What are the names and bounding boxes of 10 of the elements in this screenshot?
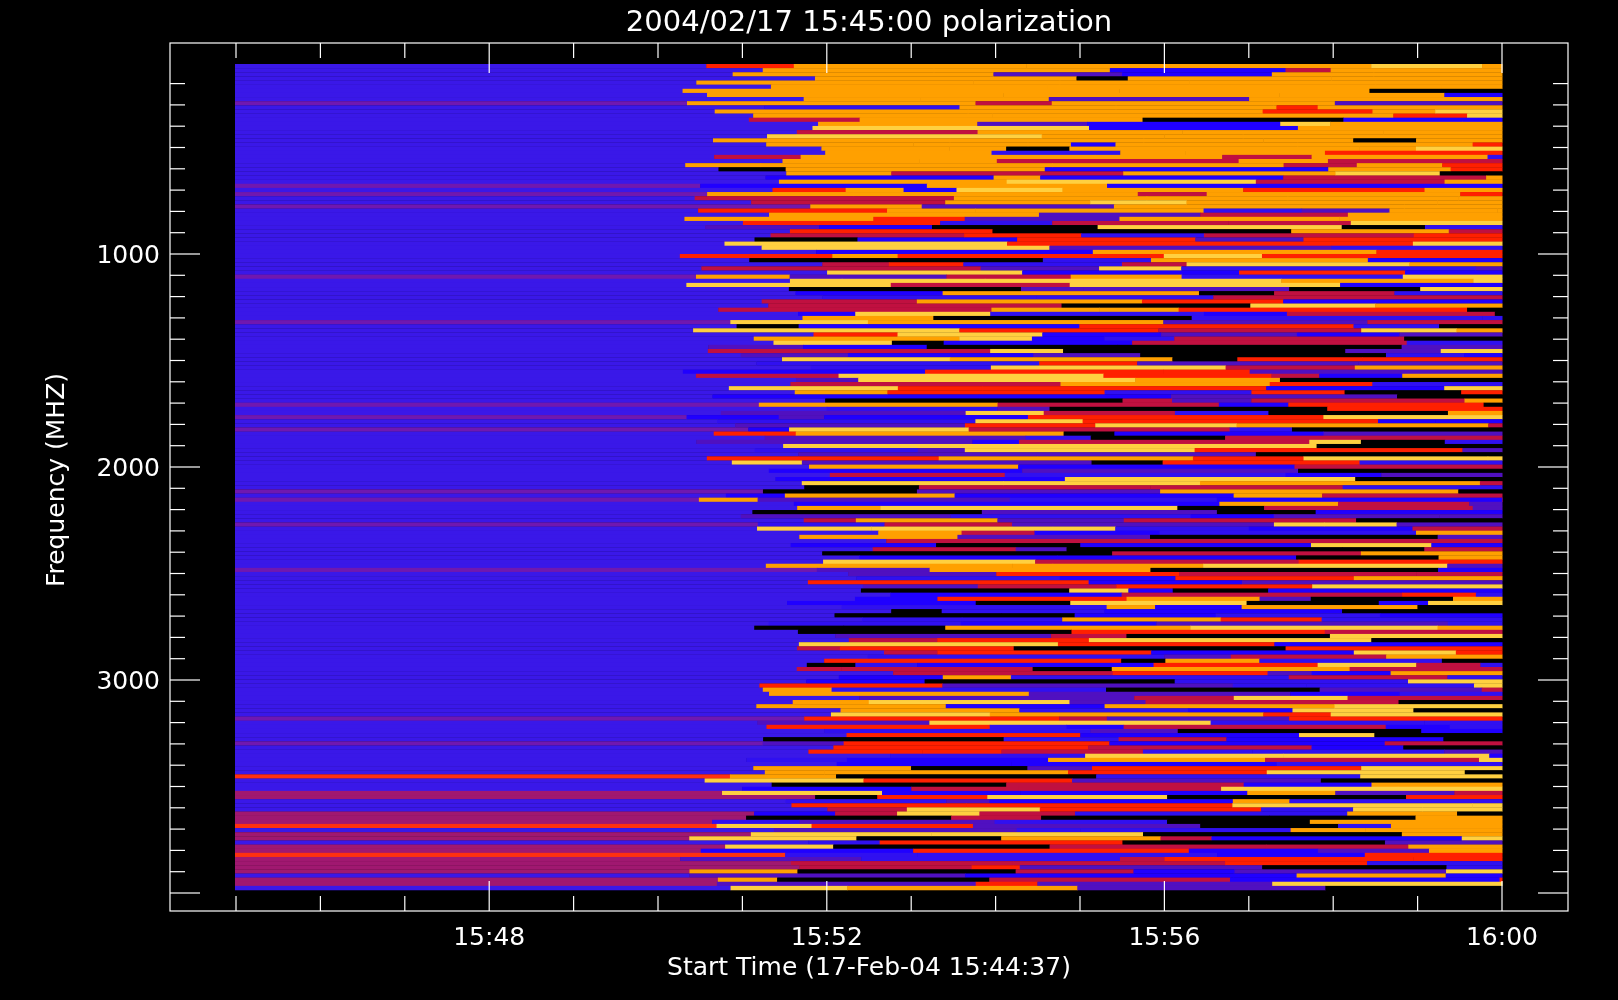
x-tick-label: 15:48: [453, 922, 526, 951]
x-tick-label: 15:56: [1128, 922, 1201, 951]
x-tick-label: 15:52: [790, 922, 863, 951]
plot-title: 2004/02/17 15:45:00 polarization: [625, 4, 1113, 38]
x-axis-label: Start Time (17-Feb-04 15:44:37): [667, 952, 1071, 981]
y-tick-label: 1000: [96, 240, 160, 269]
y-tick-label: 3000: [96, 666, 160, 695]
y-axis-label: Frequency (MHZ): [41, 372, 70, 588]
x-tick-label: 16:00: [1466, 922, 1538, 951]
y-tick-label: 2000: [96, 453, 160, 482]
